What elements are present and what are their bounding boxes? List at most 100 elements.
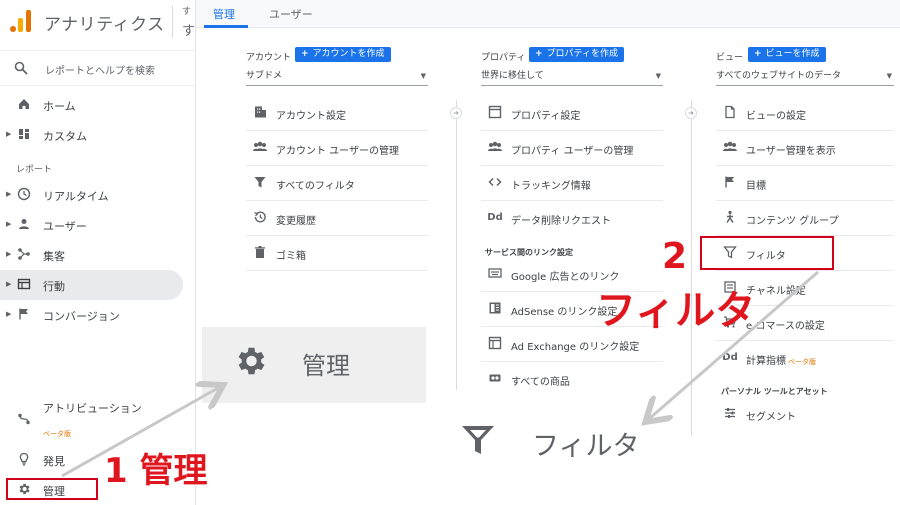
sidebar-item-users[interactable]: ▶ ユーザー — [0, 210, 183, 240]
sidebar-item-home[interactable]: ホーム — [0, 90, 183, 120]
property-column-header: プロパティ — [481, 53, 526, 63]
behavior-icon — [17, 277, 31, 291]
walk-icon — [722, 210, 738, 226]
dropdown-arrow-icon: ▼ — [655, 72, 661, 80]
item-label: ゴミ箱 — [276, 251, 306, 262]
account-user-management-item[interactable]: アカウント ユーザーの管理 — [246, 131, 428, 166]
calculated-metrics-item[interactable]: Dd 計算指標 ベータ版 — [716, 341, 894, 376]
plus-icon: + — [535, 49, 543, 59]
caret-right-icon: ▶ — [6, 250, 12, 258]
account-selector-value[interactable]: す — [182, 20, 196, 39]
view-selector[interactable]: すべてのウェブサイトのデータ ▼ — [716, 68, 894, 86]
sidebar-item-label: ユーザー — [43, 220, 87, 233]
column-divider — [456, 100, 457, 390]
header-divider — [172, 6, 173, 38]
create-property-button[interactable]: + プロパティを作成 — [529, 47, 625, 62]
item-label: 目標 — [746, 181, 766, 192]
building-icon — [252, 105, 268, 121]
arrow-right-icon: ➜ — [685, 107, 697, 119]
history-icon — [252, 210, 268, 226]
segment-icon — [722, 406, 738, 422]
filter-icon — [252, 175, 268, 191]
people-icon — [487, 140, 503, 156]
account-settings-item[interactable]: アカウント設定 — [246, 96, 428, 131]
view-settings-item[interactable]: ビューの設定 — [716, 96, 894, 131]
account-selector-label[interactable]: す — [182, 6, 196, 18]
all-filters-item[interactable]: すべてのフィルタ — [246, 166, 428, 201]
tab-admin[interactable]: 管理 — [213, 6, 235, 22]
step-2-word-annotation: フィルタ — [596, 288, 756, 334]
flag-icon — [722, 175, 738, 191]
attribution-icon — [17, 412, 31, 426]
item-label: ユーザー管理を表示 — [746, 146, 836, 157]
sidebar: アナリティクス す す レポートとヘルプを検索 ホーム ▶ カスタム レポート … — [0, 0, 196, 505]
flag-icon — [17, 307, 31, 321]
sidebar-item-acquisition[interactable]: ▶ 集客 — [0, 240, 183, 270]
beta-badge: ベータ版 — [43, 430, 71, 438]
sidebar-item-label: 行動 — [43, 280, 65, 293]
property-user-management-item[interactable]: プロパティ ユーザーの管理 — [481, 131, 663, 166]
admin-zoom-label: 管理 — [302, 352, 350, 380]
data-deletion-item[interactable]: Dd データ削除リクエスト — [481, 201, 663, 236]
item-label: アカウント ユーザーの管理 — [276, 146, 399, 157]
dropdown-arrow-icon: ▼ — [886, 72, 892, 80]
plus-icon: + — [754, 49, 762, 59]
item-label: アカウント設定 — [276, 111, 346, 122]
analytics-logo-icon[interactable] — [10, 8, 32, 32]
tracking-info-item[interactable]: トラッキング情報 — [481, 166, 663, 201]
segments-item[interactable]: セグメント — [716, 397, 894, 432]
view-selected-value: すべてのウェブサイトのデータ — [716, 71, 842, 81]
arrow-right-icon: ➜ — [450, 107, 462, 119]
trash-item[interactable]: ゴミ箱 — [246, 236, 428, 271]
sidebar-item-realtime[interactable]: ▶ リアルタイム — [0, 180, 183, 210]
view-user-management-item[interactable]: ユーザー管理を表示 — [716, 131, 894, 166]
reports-section-label: レポート — [16, 165, 53, 175]
create-property-label: プロパティを作成 — [546, 49, 619, 59]
property-settings-item[interactable]: プロパティ設定 — [481, 96, 663, 131]
sidebar-item-label: カスタム — [43, 130, 87, 143]
item-label: 変更履歴 — [276, 216, 316, 227]
filter-highlight-box — [700, 236, 834, 270]
caret-right-icon: ▶ — [6, 310, 12, 318]
sidebar-item-custom[interactable]: ▶ カスタム — [0, 120, 183, 150]
item-label: Ad Exchange のリンク設定 — [511, 342, 640, 353]
item-label: コンテンツ グループ — [746, 216, 839, 227]
sidebar-item-label: コンバージョン — [43, 310, 120, 323]
column-divider — [691, 100, 692, 436]
item-label: データ削除リクエスト — [511, 216, 611, 227]
account-column-header: アカウント — [246, 53, 292, 63]
lightbulb-icon — [17, 452, 31, 466]
search-bar[interactable]: レポートとヘルプを検索 — [0, 50, 196, 86]
item-label: e コマースの設定 — [746, 321, 825, 332]
clock-icon — [17, 187, 31, 201]
admin-tabs: 管理 ユーザー — [196, 0, 900, 28]
tab-user[interactable]: ユーザー — [269, 6, 313, 22]
search-placeholder: レポートとヘルプを検索 — [45, 66, 155, 77]
property-selector[interactable]: 世界に移住して ▼ — [481, 68, 663, 86]
code-icon — [487, 175, 503, 191]
sidebar-item-conversion[interactable]: ▶ コンバージョン — [0, 300, 183, 330]
item-label: すべての商品 — [511, 377, 570, 388]
home-icon — [17, 97, 31, 111]
dropdown-arrow-icon: ▼ — [420, 72, 426, 80]
dashboard-icon — [17, 127, 31, 141]
sidebar-item-attribution[interactable]: アトリビューション ベータ版 — [0, 398, 183, 442]
people-icon — [252, 140, 268, 156]
window-icon — [487, 105, 503, 121]
personal-tools-section-title: パーソナル ツールとアセット — [721, 387, 828, 396]
create-account-button[interactable]: + アカウントを作成 — [295, 47, 391, 62]
sidebar-item-label: アトリビューション — [43, 402, 142, 415]
goals-item[interactable]: 目標 — [716, 166, 894, 201]
create-view-button[interactable]: + ビューを作成 — [748, 47, 826, 62]
people-icon — [722, 140, 738, 156]
trash-icon — [252, 245, 268, 261]
create-view-label: ビューを作成 — [765, 49, 820, 59]
change-history-item[interactable]: 変更履歴 — [246, 201, 428, 236]
filter-zoom-callout: フィルタ — [440, 392, 690, 500]
step-1-annotation: 1 管理 — [104, 451, 208, 491]
sidebar-item-label: 発見 — [43, 455, 65, 468]
content-grouping-item[interactable]: コンテンツ グループ — [716, 201, 894, 236]
dd-icon: Dd — [722, 352, 738, 363]
account-selector[interactable]: サブドメ ▼ — [246, 68, 428, 86]
sidebar-item-behavior[interactable]: ▶ 行動 — [0, 270, 183, 300]
